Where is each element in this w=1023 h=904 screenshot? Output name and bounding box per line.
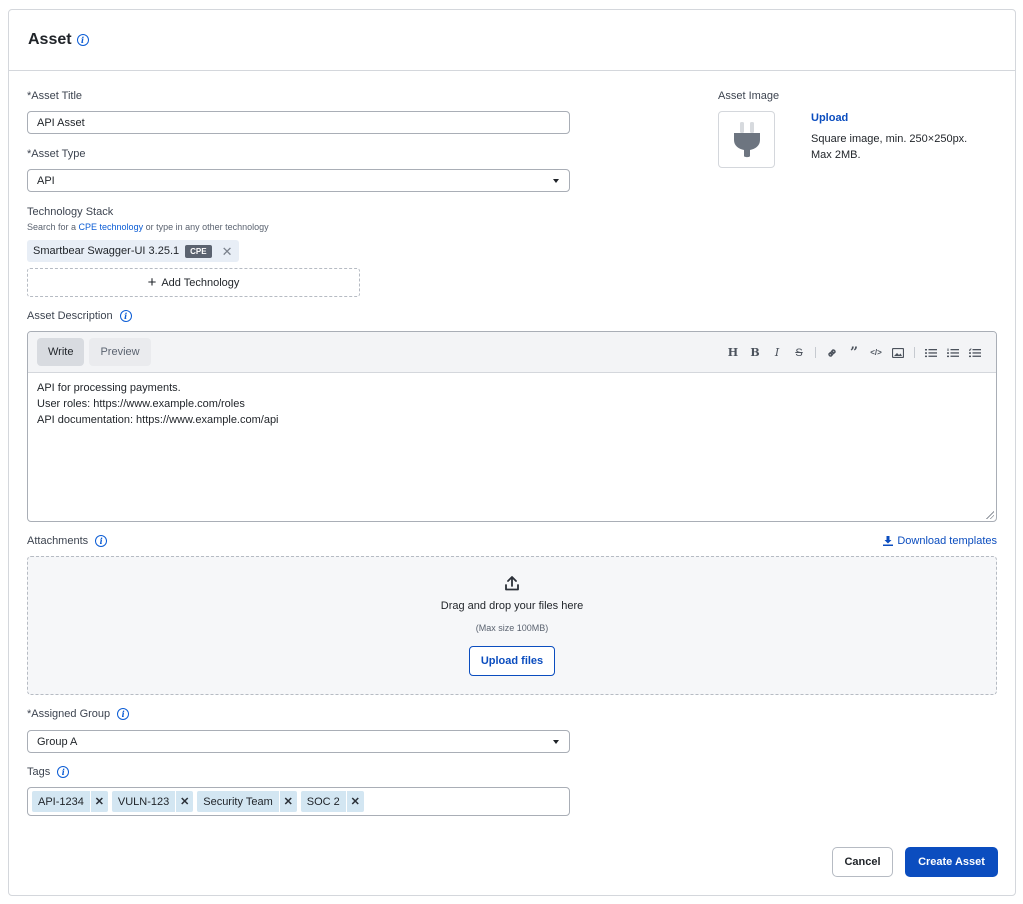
card-header: Asset i [9, 10, 1015, 71]
chevron-down-icon [553, 740, 559, 744]
tab-write[interactable]: Write [37, 338, 85, 366]
remove-tag-icon[interactable]: ✕ [345, 791, 364, 812]
max-size-text: (Max size 100MB) [475, 623, 549, 633]
asset-image-label: Asset Image [718, 90, 780, 102]
cancel-button[interactable]: Cancel [832, 847, 893, 877]
description-textarea[interactable]: API for processing payments. User roles:… [28, 373, 996, 521]
chevron-down-icon [553, 179, 559, 183]
add-technology-button[interactable]: + Add Technology [27, 268, 360, 297]
image-icon[interactable] [887, 343, 909, 363]
tag-chip: VULN-123 ✕ [111, 791, 194, 812]
asset-image-hint-line2: Max 2MB. [811, 149, 861, 161]
link-icon[interactable] [821, 343, 843, 363]
asset-title-label: *Asset Title [27, 90, 83, 102]
asset-type-select[interactable]: API [27, 169, 570, 192]
toolbar-divider [914, 347, 915, 358]
italic-icon[interactable]: I [766, 343, 788, 363]
strikethrough-icon[interactable]: S [788, 343, 810, 363]
technology-stack-hint: Search for a CPE technology or type in a… [27, 222, 269, 232]
assigned-group-label: *Assigned Group [27, 708, 111, 720]
plug-icon [733, 121, 760, 157]
tag-label: API-1234 [38, 795, 84, 808]
attachments-label-row: Attachments i [27, 535, 108, 547]
description-line: API for processing payments. [37, 382, 181, 394]
close-icon[interactable]: ✕ [222, 245, 233, 258]
file-dropzone[interactable]: Drag and drop your files here (Max size … [27, 556, 997, 695]
tag-chip: SOC 2 ✕ [300, 791, 364, 812]
cpe-badge: CPE [185, 244, 212, 258]
upload-icon [505, 576, 519, 594]
remove-tag-icon[interactable]: ✕ [89, 791, 108, 812]
remove-tag-icon[interactable]: ✕ [278, 791, 297, 812]
download-templates-label: Download templates [897, 535, 997, 547]
download-icon [883, 536, 894, 546]
assigned-group-select[interactable]: Group A [27, 730, 570, 753]
task-list-icon[interactable] [964, 343, 986, 363]
attachments-label: Attachments [27, 535, 89, 547]
technology-chip-label: Smartbear Swagger-UI 3.25.1 [33, 245, 180, 257]
tag-chip: Security Team ✕ [197, 791, 297, 812]
info-icon[interactable]: i [76, 34, 89, 46]
technology-stack-label: Technology Stack [27, 206, 114, 218]
editor-toolbar: Write Preview H B I S ” </> [28, 332, 996, 373]
numbered-list-icon[interactable] [942, 343, 964, 363]
tag-label: SOC 2 [306, 795, 340, 808]
description-line: API documentation: https://www.example.c… [37, 414, 279, 426]
plus-icon: + [147, 274, 157, 291]
formatting-tools: H B I S ” </> [722, 332, 986, 373]
asset-image-hint: Square image, min. 250×250px. Max 2MB. [811, 131, 967, 163]
info-icon[interactable]: i [95, 535, 108, 547]
info-icon[interactable]: i [57, 766, 70, 778]
resize-handle[interactable] [986, 511, 994, 519]
tag-label: Security Team [203, 795, 273, 808]
upload-files-button[interactable]: Upload files [469, 646, 555, 676]
technology-chip: Smartbear Swagger-UI 3.25.1 CPE ✕ [27, 240, 239, 262]
hint-prefix: Search for a [27, 222, 79, 232]
asset-form-card: Asset i *Asset Title API Asset *Asset Ty… [8, 9, 1016, 896]
description-line: User roles: https://www.example.com/role… [37, 398, 245, 410]
asset-title-input[interactable]: API Asset [27, 111, 570, 134]
add-technology-label: Add Technology [161, 276, 240, 289]
asset-image-preview[interactable] [718, 111, 775, 168]
hint-suffix: or type in any other technology [143, 222, 269, 232]
tags-input[interactable]: API-1234 ✕ VULN-123 ✕ Security Team ✕ SO… [27, 787, 570, 816]
heading-icon[interactable]: H [722, 343, 744, 363]
info-icon[interactable]: i [119, 310, 132, 322]
cpe-technology-link[interactable]: CPE technology [79, 222, 144, 232]
toolbar-divider [815, 347, 816, 358]
download-templates-link[interactable]: Download templates [883, 535, 997, 547]
asset-title-value: API Asset [37, 116, 85, 129]
bold-icon[interactable]: B [744, 343, 766, 363]
asset-type-label: *Asset Type [27, 148, 86, 160]
tags-label: Tags [27, 766, 51, 778]
upload-image-link[interactable]: Upload [811, 112, 848, 124]
create-asset-button[interactable]: Create Asset [905, 847, 998, 877]
tag-label: VULN-123 [117, 795, 170, 808]
code-icon[interactable]: </> [865, 343, 887, 363]
description-editor: Write Preview H B I S ” </> API for proc… [27, 331, 997, 522]
tag-chip: API-1234 ✕ [32, 791, 108, 812]
asset-type-value: API [37, 174, 55, 187]
page-title: Asset [28, 31, 72, 48]
bulleted-list-icon[interactable] [920, 343, 942, 363]
asset-description-label-row: Asset Description i [27, 310, 132, 322]
tags-label-row: Tags i [27, 766, 70, 778]
tab-preview[interactable]: Preview [89, 338, 151, 366]
remove-tag-icon[interactable]: ✕ [175, 791, 193, 812]
assigned-group-label-row: *Assigned Group i [27, 708, 130, 720]
assigned-group-value: Group A [37, 735, 78, 748]
info-icon[interactable]: i [117, 708, 130, 720]
asset-image-hint-line1: Square image, min. 250×250px. [811, 133, 968, 145]
drop-text: Drag and drop your files here [440, 600, 584, 612]
asset-description-label: Asset Description [27, 310, 113, 322]
quote-icon[interactable]: ” [843, 343, 865, 363]
